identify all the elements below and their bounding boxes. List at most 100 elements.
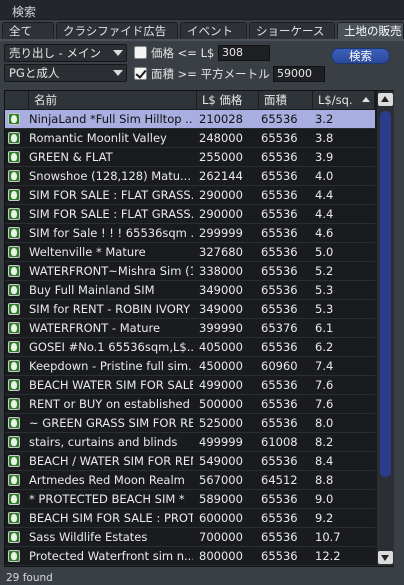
column-header-name[interactable]: 名前 (29, 91, 197, 109)
cell-per-sq: 5.2 (315, 264, 334, 278)
parcel-for-sale-icon (8, 227, 20, 239)
parcel-for-sale-icon (8, 341, 20, 353)
scrollbar-thumb[interactable] (380, 111, 391, 477)
cell-area: 65536 (261, 169, 298, 183)
column-header-icon[interactable] (5, 91, 29, 109)
tab-land-sales[interactable]: 土地の販売 (337, 22, 404, 40)
table-row[interactable]: SIM for Sale ! ! ! 65536sqm ... 299999 655… (5, 224, 375, 243)
cell-area: 65536 (261, 150, 298, 164)
area-checkbox[interactable] (134, 67, 147, 80)
parcel-for-sale-icon (8, 417, 20, 429)
parcel-for-sale-icon (8, 455, 20, 467)
price-label: 価格 <= L$ (151, 46, 215, 60)
cell-per-sq: 7.6 (315, 378, 334, 392)
cell-price: 255000 (199, 150, 243, 164)
cell-per-sq: 7.6 (315, 397, 334, 411)
parcel-for-sale-icon (8, 284, 20, 296)
cell-name: Keepdown - Pristine full sim... (29, 359, 193, 373)
table-row[interactable]: Keepdown - Pristine full sim... 450000 609… (5, 357, 375, 376)
table-row[interactable]: Buy Full Mainland SIM 349000 65536 5.3 (5, 281, 375, 300)
cell-area: 65536 (261, 226, 298, 240)
cell-price: 210028 (199, 112, 243, 126)
cell-name: WATERFRONT~Mishra Sim (1... (29, 264, 193, 278)
cell-area: 65536 (261, 454, 298, 468)
table-row[interactable]: WATERFRONT~Mishra Sim (1... 338000 65536 5.… (5, 262, 375, 281)
sale-type-value: 売り出し - メイン (9, 46, 101, 60)
maturity-dropdown[interactable]: PGと成人 (4, 64, 127, 82)
column-header-price[interactable]: L$ 価格 (197, 91, 259, 109)
cell-price: 549000 (199, 454, 243, 468)
table-row[interactable]: BEACH SIM FOR SALE : PROT... 600000 65536 9… (5, 509, 375, 528)
cell-per-sq: 9.0 (315, 492, 334, 506)
tab-bar: 全て クラシファイド広告 イベント ショーケース 土地の販売 (0, 22, 404, 40)
table-row[interactable]: GOSEI #No.1 65536sqm,L$... 405000 65536 6.2 (5, 338, 375, 357)
parcel-for-sale-icon (8, 436, 20, 448)
table-row[interactable]: stairs, curtains and blinds 499999 61008 8.… (5, 433, 375, 452)
table-row[interactable]: RENT or BUY on established ... 500000 6553… (5, 395, 375, 414)
table-row[interactable]: Romantic Moonlit Valley 248000 65536 3.8 (5, 129, 375, 148)
column-header-per-sq[interactable]: L$/sq. (313, 91, 375, 109)
tab-events[interactable]: イベント (180, 22, 247, 40)
cell-area: 65536 (261, 264, 298, 278)
search-button[interactable]: 検索 (331, 48, 390, 64)
table-row[interactable]: BEACH WATER SIM FOR SALE ... 499000 65536 7… (5, 376, 375, 395)
table-row[interactable]: Sass Wildlife Estates 700000 65536 10.7 (5, 528, 375, 547)
parcel-for-sale-icon (8, 303, 20, 315)
table-row[interactable]: WATERFRONT - Mature 399990 65376 6.1 (5, 319, 375, 338)
cell-price: 800000 (199, 549, 243, 563)
window-title: 検索 (12, 5, 37, 19)
results-table: 名前 L$ 価格 面積 L$/sq. NinjaLand *Full Sim H… (4, 90, 394, 567)
sort-ascending-icon (362, 97, 370, 102)
cell-area: 60960 (261, 359, 298, 373)
cell-area: 65536 (261, 302, 298, 316)
table-row[interactable]: SIM FOR SALE : FLAT GRASS... 290000 65536 4… (5, 205, 375, 224)
price-input[interactable]: 308 (218, 45, 270, 61)
scroll-up-arrow-icon[interactable] (378, 93, 393, 106)
vertical-scrollbar[interactable] (377, 91, 394, 566)
cell-per-sq: 8.0 (315, 416, 334, 430)
cell-price: 589000 (199, 492, 243, 506)
table-row[interactable]: GREEN & FLAT 255000 65536 3.9 (5, 148, 375, 167)
results-count: 29 found (6, 572, 53, 584)
area-input[interactable]: 59000 (273, 66, 325, 82)
table-row[interactable]: ~ GREEN GRASS SIM FOR RE... 525000 65536 8.… (5, 414, 375, 433)
table-row[interactable]: NinjaLand *Full Sim Hilltop ... 210028 655… (5, 110, 375, 129)
cell-per-sq: 3.2 (315, 112, 334, 126)
tab-showcase[interactable]: ショーケース (249, 22, 335, 40)
cell-per-sq: 4.4 (315, 188, 334, 202)
cell-name: SIM FOR SALE : FLAT GRASS... (29, 188, 193, 202)
cell-name: stairs, curtains and blinds (29, 435, 178, 449)
scroll-down-arrow-icon[interactable] (378, 551, 393, 564)
cell-area: 65536 (261, 511, 298, 525)
cell-area: 65536 (261, 492, 298, 506)
parcel-for-sale-icon (8, 360, 20, 372)
cell-price: 338000 (199, 264, 243, 278)
table-row[interactable]: * PROTECTED BEACH SIM * 589000 65536 9.0 (5, 490, 375, 509)
cell-price: 405000 (199, 340, 243, 354)
parcel-for-sale-icon (8, 189, 20, 201)
sale-type-dropdown[interactable]: 売り出し - メイン (4, 44, 127, 62)
cell-per-sq: 5.3 (315, 283, 334, 297)
parcel-for-sale-icon (8, 151, 20, 163)
cell-per-sq: 6.1 (315, 321, 334, 335)
parcel-for-sale-icon (8, 170, 20, 182)
table-row[interactable]: Weltenville * Mature 327680 65536 5.0 (5, 243, 375, 262)
tab-classifieds[interactable]: クラシファイド広告 (56, 22, 178, 40)
tab-all[interactable]: 全て (2, 22, 54, 40)
price-checkbox[interactable] (134, 46, 147, 59)
cell-area: 65536 (261, 378, 298, 392)
parcel-for-sale-icon (8, 531, 20, 543)
table-row[interactable]: BEACH / WATER SIM FOR RENT 549000 65536 8.4 (5, 452, 375, 471)
table-row[interactable]: SIM for RENT - ROBIN IVORY 349000 65536 5.3 (5, 300, 375, 319)
tab-underline (0, 39, 404, 41)
cell-name: BEACH SIM FOR SALE : PROT... (29, 511, 193, 525)
cell-price: 399990 (199, 321, 243, 335)
table-row[interactable]: Artmedes Red Moon Realm 567000 64512 8.8 (5, 471, 375, 490)
parcel-for-sale-icon (8, 246, 20, 258)
cell-per-sq: 3.9 (315, 150, 334, 164)
parcel-for-sale-icon (8, 493, 20, 505)
table-row[interactable]: Protected Waterfront sim n... 800000 65536… (5, 547, 375, 566)
column-header-area[interactable]: 面積 (259, 91, 313, 109)
table-row[interactable]: Snowshoe (128,128) Matu... 262144 65536 4.0 (5, 167, 375, 186)
table-row[interactable]: SIM FOR SALE : FLAT GRASS... 290000 65536 4… (5, 186, 375, 205)
